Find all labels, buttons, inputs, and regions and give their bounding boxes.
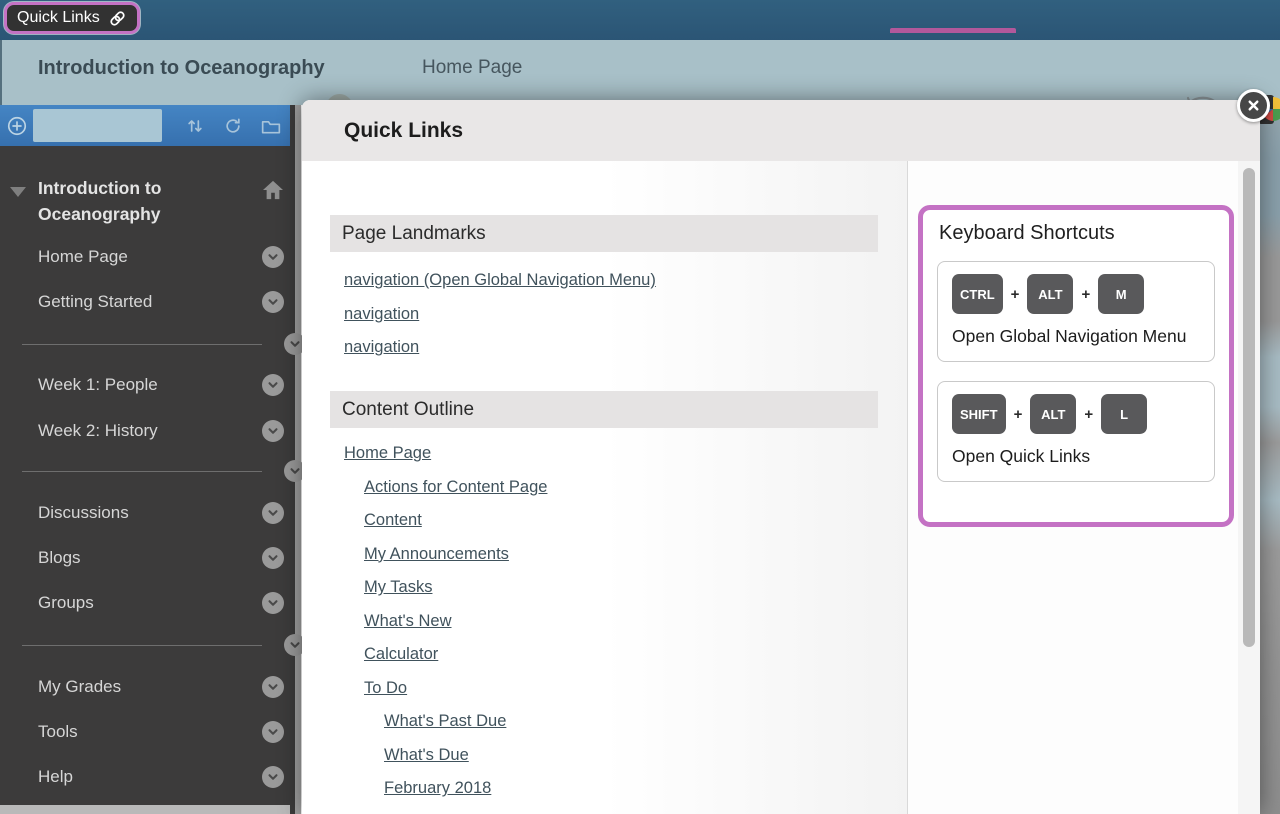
- outline-link-to-do[interactable]: To Do: [330, 672, 878, 706]
- sidebar-item-help[interactable]: Help: [0, 763, 290, 791]
- plus-separator: +: [1084, 406, 1093, 423]
- shortcut-card-quick-links: SHIFT + ALT + L Open Quick Links: [937, 381, 1215, 482]
- keycap-alt: ALT: [1027, 274, 1073, 314]
- item-chevron-icon[interactable]: [262, 502, 284, 524]
- shortcut-description: Open Global Navigation Menu: [952, 324, 1202, 349]
- outline-link-content[interactable]: Content: [330, 504, 878, 538]
- reorder-icon[interactable]: [176, 116, 214, 136]
- plus-separator: +: [1081, 286, 1090, 303]
- outline-link-calculator[interactable]: Calculator: [330, 638, 878, 672]
- dialog-scrollbar-thumb[interactable]: [1243, 168, 1255, 647]
- home-icon: [262, 180, 284, 205]
- landmark-link[interactable]: navigation (Open Global Navigation Menu): [330, 264, 878, 298]
- outline-link-my-tasks[interactable]: My Tasks: [330, 571, 878, 605]
- outline-link-actions-for-content-page[interactable]: Actions for Content Page: [330, 471, 878, 505]
- item-chevron-icon[interactable]: [262, 246, 284, 268]
- outline-link-home-page[interactable]: Home Page: [330, 437, 878, 471]
- keycap-m: M: [1098, 274, 1144, 314]
- quick-links-label: Quick Links: [17, 9, 100, 27]
- keycap-l: L: [1101, 394, 1147, 434]
- dialog-title: Quick Links: [344, 100, 463, 161]
- menu-search-box[interactable]: [33, 109, 162, 142]
- outline-link-february-2018[interactable]: February 2018: [330, 772, 878, 806]
- outline-link-whats-new[interactable]: What's New: [330, 605, 878, 639]
- folder-view-icon[interactable]: [252, 117, 290, 135]
- item-chevron-icon[interactable]: [262, 592, 284, 614]
- quick-links-dialog: Quick Links Page Landmarks navigation (O…: [302, 100, 1260, 814]
- sidebar-item-week-2-history[interactable]: Week 2: History: [0, 417, 290, 445]
- outline-link-whats-due[interactable]: What's Due: [330, 739, 878, 773]
- active-tab-underline: [890, 28, 1016, 33]
- course-menu-toolbar: [0, 105, 290, 146]
- close-icon[interactable]: [1237, 89, 1270, 122]
- page-background: [1260, 100, 1280, 814]
- course-header: Introduction to Oceanography Home Page: [0, 40, 1280, 105]
- sidebar-item-groups[interactable]: Groups: [0, 589, 290, 617]
- keycap-alt: ALT: [1030, 394, 1076, 434]
- sidebar-item-getting-started[interactable]: Getting Started: [0, 288, 290, 316]
- sidebar-item-discussions[interactable]: Discussions: [0, 499, 290, 527]
- links-column: Page Landmarks navigation (Open Global N…: [302, 161, 907, 814]
- landmark-link[interactable]: navigation: [330, 298, 878, 332]
- sidebar-bottom-strip: [0, 805, 290, 814]
- plus-separator: +: [1014, 406, 1023, 423]
- sidebar-item-week-1-people[interactable]: Week 1: People: [0, 371, 290, 399]
- item-chevron-icon[interactable]: [262, 766, 284, 788]
- keyboard-shortcuts-panel: Keyboard Shortcuts CTRL + ALT + M Open G…: [918, 205, 1234, 527]
- dialog-header: Quick Links: [302, 100, 1260, 161]
- outline-link-whats-past-due[interactable]: What's Past Due: [330, 705, 878, 739]
- top-navigation-bar: Quick Links: [0, 0, 1280, 40]
- item-chevron-icon[interactable]: [262, 420, 284, 442]
- plus-separator: +: [1011, 286, 1020, 303]
- item-chevron-icon[interactable]: [262, 676, 284, 698]
- dialog-body: Page Landmarks navigation (Open Global N…: [302, 161, 1260, 814]
- item-chevron-icon[interactable]: [262, 721, 284, 743]
- sidebar-item-home-page[interactable]: Home Page: [0, 243, 290, 271]
- course-title: Introduction to Oceanography: [38, 40, 325, 96]
- sidebar-course-title: Introduction to Oceanography: [38, 175, 243, 227]
- keycap-ctrl: CTRL: [952, 274, 1003, 314]
- content-outline-heading: Content Outline: [330, 391, 878, 428]
- course-menu-sidebar: Introduction to Oceanography Home Page G…: [0, 105, 295, 814]
- page-landmarks-heading: Page Landmarks: [330, 215, 878, 252]
- sidebar-item-tools[interactable]: Tools: [0, 718, 290, 746]
- link-icon: [108, 9, 127, 28]
- shortcuts-column: Keyboard Shortcuts CTRL + ALT + M Open G…: [908, 161, 1260, 814]
- refresh-icon[interactable]: [214, 116, 252, 136]
- content-outline-list: Home Page Actions for Content Page Conte…: [330, 437, 878, 806]
- quick-links-button[interactable]: Quick Links: [4, 2, 140, 34]
- shortcut-keys: CTRL + ALT + M: [952, 274, 1202, 314]
- keyboard-shortcuts-heading: Keyboard Shortcuts: [939, 222, 1229, 245]
- sidebar-item-blogs[interactable]: Blogs: [0, 544, 290, 572]
- sidebar-item-my-grades[interactable]: My Grades: [0, 673, 290, 701]
- page-landmarks-list: navigation (Open Global Navigation Menu)…: [330, 264, 878, 365]
- collapse-caret-icon[interactable]: [10, 187, 26, 197]
- landmark-link[interactable]: navigation: [330, 331, 878, 365]
- item-chevron-icon[interactable]: [262, 291, 284, 313]
- add-menu-item-icon[interactable]: [0, 115, 33, 137]
- outline-link-my-announcements[interactable]: My Announcements: [330, 538, 878, 572]
- shortcut-description: Open Quick Links: [952, 444, 1202, 469]
- item-chevron-icon[interactable]: [262, 374, 284, 396]
- shortcut-keys: SHIFT + ALT + L: [952, 394, 1202, 434]
- keycap-shift: SHIFT: [952, 394, 1006, 434]
- page-title: Home Page: [422, 40, 522, 96]
- item-chevron-icon[interactable]: [262, 547, 284, 569]
- shortcut-card-global-navigation: CTRL + ALT + M Open Global Navigation Me…: [937, 261, 1215, 362]
